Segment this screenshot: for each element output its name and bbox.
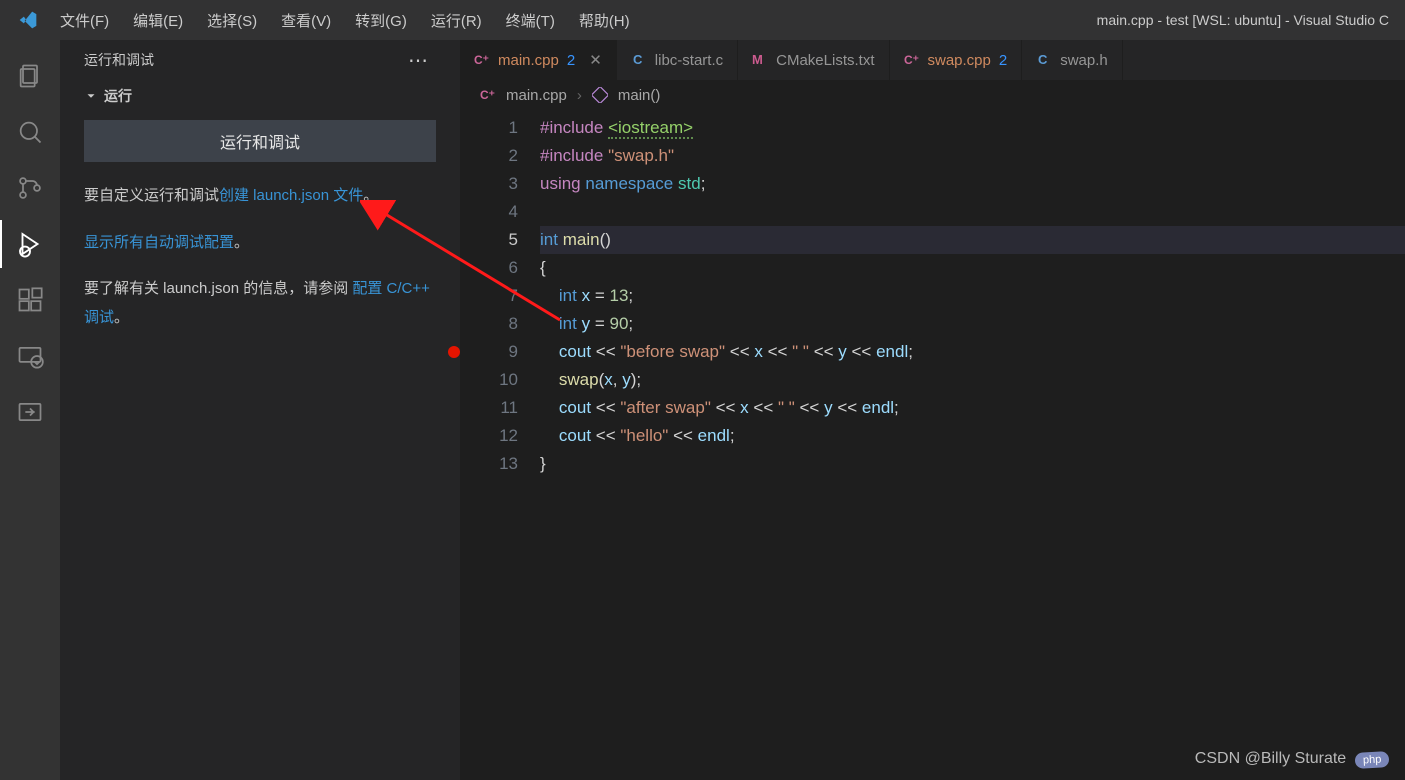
menu-goto[interactable]: 转到(G): [343, 4, 419, 37]
menu-help[interactable]: 帮助(H): [567, 4, 642, 37]
svg-text:C⁺: C⁺: [904, 53, 919, 67]
side-text-customize: 要自定义运行和调试创建 launch.json 文件。: [60, 182, 460, 229]
line-number[interactable]: 12: [460, 422, 518, 450]
line-number[interactable]: 5: [460, 226, 518, 254]
tab-label: CMakeLists.txt: [776, 52, 874, 69]
line-number[interactable]: 8: [460, 310, 518, 338]
line-number[interactable]: 3: [460, 170, 518, 198]
m-file-icon: M: [752, 52, 768, 68]
run-debug-icon[interactable]: [0, 220, 60, 268]
menu-view[interactable]: 查看(V): [269, 4, 343, 37]
menu-file[interactable]: 文件(F): [48, 4, 121, 37]
chevron-down-icon: [84, 89, 98, 103]
line-number[interactable]: 2: [460, 142, 518, 170]
menu-bar: 文件(F) 编辑(E) 选择(S) 查看(V) 转到(G) 运行(R) 终端(T…: [48, 4, 642, 37]
editor-area: C⁺ main.cpp 2 ✕ Clibc-start.c M CMakeLists.txt…: [460, 40, 1405, 780]
line-gutter: 12345678910111213: [460, 114, 540, 478]
menu-select[interactable]: 选择(S): [195, 4, 269, 37]
run-debug-button[interactable]: 运行和调试: [84, 120, 436, 162]
breadcrumbs[interactable]: C⁺ main.cpp › main(): [460, 80, 1405, 110]
side-panel: 运行和调试 ⋯ 运行 运行和调试 要自定义运行和调试创建 launch.json…: [60, 40, 460, 780]
line-number[interactable]: 11: [460, 394, 518, 422]
tab-label: swap.cpp: [928, 52, 991, 69]
explorer-icon[interactable]: [0, 52, 60, 100]
vscode-logo-icon: [18, 10, 38, 30]
editor-tabs: C⁺ main.cpp 2 ✕ Clibc-start.c M CMakeLists.txt…: [460, 40, 1405, 80]
menu-run[interactable]: 运行(R): [419, 4, 494, 37]
php-badge: php: [1354, 751, 1389, 769]
svg-text:C: C: [633, 52, 643, 67]
line-number[interactable]: 7: [460, 282, 518, 310]
extensions-icon[interactable]: [0, 276, 60, 324]
side-section-label: 运行: [104, 86, 132, 106]
svg-text:M: M: [752, 52, 763, 67]
c-file-icon: C: [631, 52, 647, 68]
remote-icon[interactable]: [0, 332, 60, 380]
tab-badge: 2: [567, 52, 575, 69]
tab-label: swap.h: [1060, 52, 1108, 69]
tab-libc-start-c[interactable]: Clibc-start.c: [617, 40, 738, 80]
svg-text:C⁺: C⁺: [474, 53, 489, 67]
create-launch-link[interactable]: 创建 launch.json 文件: [219, 187, 363, 204]
breadcrumb-symbol[interactable]: main(): [618, 87, 661, 104]
close-icon[interactable]: ✕: [589, 51, 602, 69]
line-number[interactable]: 6: [460, 254, 518, 282]
tab-badge: 2: [999, 52, 1007, 69]
source-control-icon[interactable]: [0, 164, 60, 212]
tab-label: main.cpp: [498, 52, 559, 69]
cpp-file-icon: C⁺: [474, 52, 490, 68]
line-number[interactable]: 1: [460, 114, 518, 142]
svg-text:C⁺: C⁺: [480, 88, 495, 102]
side-panel-title: 运行和调试: [84, 50, 154, 70]
output-icon[interactable]: [0, 388, 60, 436]
menu-terminal[interactable]: 终端(T): [494, 4, 567, 37]
side-text-showconfigs: 显示所有自动调试配置。: [60, 229, 460, 276]
side-text-learn: 要了解有关 launch.json 的信息，请参阅 配置 C/C++ 调试。: [60, 275, 460, 350]
svg-text:C: C: [1038, 52, 1048, 67]
activity-bar: [0, 40, 60, 780]
show-auto-debug-link[interactable]: 显示所有自动调试配置: [84, 234, 234, 251]
tab-main-cpp[interactable]: C⁺ main.cpp 2 ✕: [460, 40, 617, 80]
watermark: CSDN @Billy Sturate php: [1195, 750, 1389, 768]
code-content[interactable]: #include <iostream> #include "swap.h" us…: [540, 114, 1405, 478]
side-section-run[interactable]: 运行: [60, 80, 460, 112]
breadcrumb-file[interactable]: main.cpp: [506, 87, 567, 104]
side-panel-header: 运行和调试 ⋯: [60, 40, 460, 80]
line-number[interactable]: 13: [460, 450, 518, 478]
c-file-icon: C: [1036, 52, 1052, 68]
tab-label: libc-start.c: [655, 52, 723, 69]
more-icon[interactable]: ⋯: [400, 44, 436, 77]
line-number[interactable]: 10: [460, 366, 518, 394]
cpp-file-icon: C⁺: [480, 87, 496, 103]
title-bar: 文件(F) 编辑(E) 选择(S) 查看(V) 转到(G) 运行(R) 终端(T…: [0, 0, 1405, 40]
line-number[interactable]: 9: [460, 338, 518, 366]
tab-swap-cpp[interactable]: C⁺ swap.cpp 2: [890, 40, 1023, 80]
search-icon[interactable]: [0, 108, 60, 156]
tab-CMakeLists-txt[interactable]: M CMakeLists.txt: [738, 40, 889, 80]
code-editor[interactable]: 12345678910111213 #include <iostream> #i…: [460, 110, 1405, 478]
cpp-file-icon: C⁺: [904, 52, 920, 68]
menu-edit[interactable]: 编辑(E): [121, 4, 195, 37]
breadcrumb-separator: ›: [577, 87, 582, 104]
window-title: main.cpp - test [WSL: ubuntu] - Visual S…: [1097, 12, 1397, 28]
symbol-icon: [592, 87, 608, 103]
line-number[interactable]: 4: [460, 198, 518, 226]
breakpoint-icon[interactable]: [448, 346, 460, 358]
tab-swap-h[interactable]: Cswap.h: [1022, 40, 1123, 80]
